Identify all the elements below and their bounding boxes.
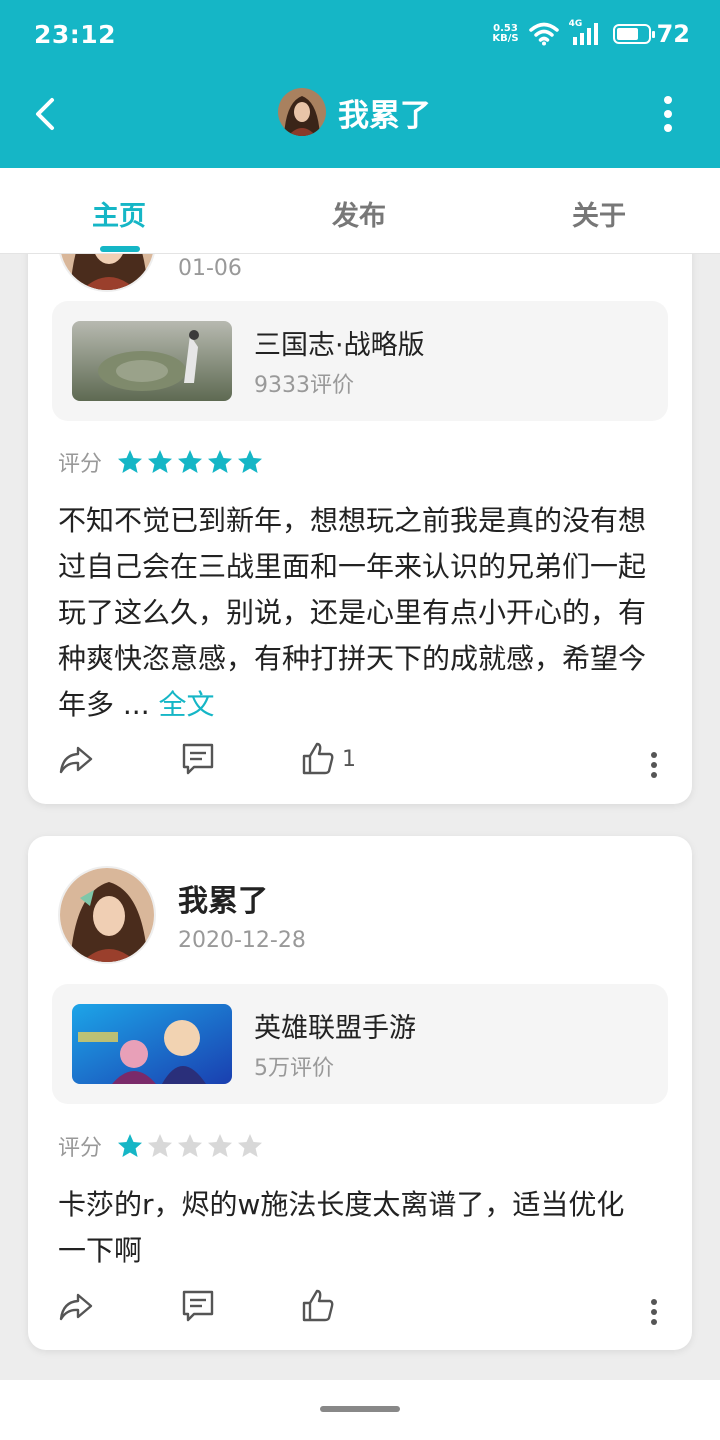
- review-card: 01-06 三国志·战略版 9333评价 评分 不知不觉已到新年，想想玩之前我是…: [28, 254, 692, 804]
- avatar[interactable]: [278, 88, 326, 136]
- status-icons: 0.53 KB/S 4G 72: [492, 19, 690, 48]
- review-body: 不知不觉已到新年，想想玩之前我是真的没有想过自己会在三战里面和一年来认识的兄弟们…: [58, 504, 647, 721]
- star-rating: [116, 1132, 264, 1160]
- battery-icon: [612, 24, 655, 44]
- comment-button[interactable]: [180, 741, 216, 777]
- star-icon: [178, 450, 203, 473]
- more-options-icon[interactable]: [648, 747, 660, 783]
- more-options-icon[interactable]: [648, 1294, 660, 1330]
- share-icon: [59, 746, 93, 774]
- review-body: 卡莎的r，烬的w施法长度太离谱了，适当优化一下啊: [58, 1188, 625, 1267]
- tab-home[interactable]: 主页: [92, 194, 146, 233]
- star-icon: [178, 1134, 203, 1157]
- share-button[interactable]: [58, 741, 94, 777]
- profile-header: 我累了: [278, 88, 431, 136]
- back-arrow-icon[interactable]: [28, 94, 68, 134]
- star-rating: [116, 448, 264, 476]
- game-review-count: 5万评价: [254, 1056, 334, 1081]
- page-title: 我累了: [338, 97, 431, 134]
- star-icon: [208, 450, 233, 473]
- tab-posts[interactable]: 发布: [332, 194, 386, 233]
- post-date: 01-06: [178, 256, 242, 281]
- net-speed: 0.53 KB/S: [492, 24, 518, 44]
- tab-about[interactable]: 关于: [572, 194, 626, 233]
- battery-percent: 72: [656, 20, 690, 48]
- thumbs-up-icon: [302, 1289, 334, 1322]
- review-card: 我累了 2020-12-28 英雄联盟手游 5万评价 评分 卡莎的r，烬的w施法…: [28, 836, 692, 1350]
- like-button[interactable]: 1: [300, 741, 356, 777]
- review-text[interactable]: 卡莎的r，烬的w施法长度太离谱了，适当优化一下啊: [58, 1182, 648, 1274]
- signal-icon: 4G: [569, 19, 603, 47]
- star-icon: [208, 1134, 233, 1157]
- tab-indicator: [100, 246, 140, 252]
- game-name: 三国志·战略版: [254, 330, 425, 361]
- action-bar: [28, 1288, 692, 1338]
- like-count: 1: [342, 746, 356, 772]
- action-bar: 1: [28, 741, 692, 791]
- game-thumbnail: [72, 1004, 232, 1084]
- share-icon: [59, 1293, 93, 1321]
- star-icon: [238, 1134, 263, 1157]
- star-icon: [148, 450, 173, 473]
- game-thumbnail: [72, 321, 232, 401]
- review-text[interactable]: 不知不觉已到新年，想想玩之前我是真的没有想过自己会在三战里面和一年来认识的兄弟们…: [58, 498, 648, 728]
- share-button[interactable]: [58, 1288, 94, 1324]
- game-link[interactable]: 英雄联盟手游 5万评价: [52, 984, 668, 1104]
- feed[interactable]: 01-06 三国志·战略版 9333评价 评分 不知不觉已到新年，想想玩之前我是…: [0, 254, 720, 1380]
- system-nav-bar: [0, 1380, 720, 1440]
- more-vertical-icon[interactable]: [656, 92, 680, 136]
- comment-icon: [182, 1290, 214, 1322]
- home-gesture-handle[interactable]: [320, 1406, 400, 1412]
- status-bar: 23:12 0.53 KB/S 4G 72: [0, 0, 720, 72]
- comment-button[interactable]: [180, 1288, 216, 1324]
- net-speed-unit: KB/S: [492, 33, 519, 44]
- read-more-link[interactable]: 全文: [159, 688, 215, 721]
- rating-label: 评分: [58, 452, 103, 477]
- rating-row: 评分: [58, 446, 264, 478]
- wifi-icon: [528, 22, 559, 46]
- like-button[interactable]: [300, 1288, 342, 1324]
- thumbs-up-icon: [302, 742, 334, 775]
- comment-icon: [182, 743, 214, 775]
- username[interactable]: 我累了: [178, 876, 268, 920]
- post-date: 2020-12-28: [178, 928, 306, 953]
- star-icon: [238, 450, 263, 473]
- avatar[interactable]: [58, 254, 156, 292]
- avatar[interactable]: [58, 866, 156, 964]
- rating-label: 评分: [58, 1136, 103, 1161]
- rating-row: 评分: [58, 1130, 264, 1162]
- star-icon: [118, 450, 143, 473]
- status-time: 23:12: [34, 20, 117, 49]
- star-icon: [118, 1134, 143, 1157]
- game-link[interactable]: 三国志·战略版 9333评价: [52, 301, 668, 421]
- tab-bar: 主页 发布 关于: [0, 168, 720, 254]
- game-name: 英雄联盟手游: [254, 1013, 416, 1044]
- app-bar: 我累了: [0, 72, 720, 168]
- star-icon: [148, 1134, 173, 1157]
- game-review-count: 9333评价: [254, 373, 354, 398]
- battery-indicator: 72: [612, 20, 690, 48]
